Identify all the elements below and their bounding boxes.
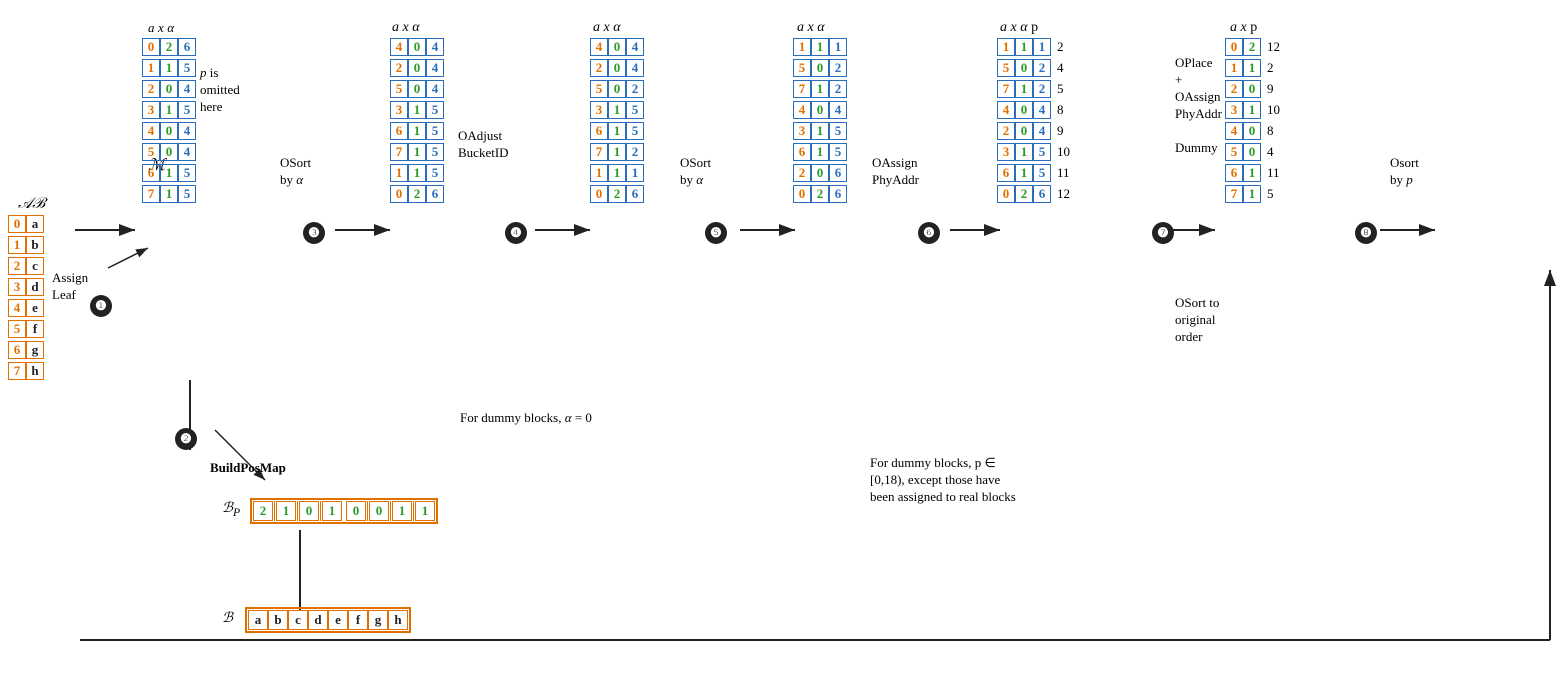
osort-alpha1-label: OSortby α [280, 155, 311, 189]
step8-circle: ❽ [1355, 222, 1377, 244]
col6-data: 1 1 1 2 5 0 2 4 7 1 2 5 4 0 [997, 38, 1070, 203]
M-column: 0 2 6 1 1 5 2 0 4 3 1 5 4 0 4 5 0 4 [142, 38, 196, 203]
col3-data: 4 0 4 2 0 4 5 0 4 3 1 5 6 1 5 7 1 5 [390, 38, 444, 203]
step1-circle: ❶ [90, 295, 112, 317]
osort-original-label: OSort tooriginalorder [1175, 295, 1219, 346]
col4-header: a x α [593, 20, 621, 36]
col5-data: 1 1 1 5 0 2 7 1 2 4 0 4 3 1 5 6 1 5 [793, 38, 847, 203]
ab-header: 𝒜ℬ [18, 195, 45, 213]
oadjust-label: OAdjustBucketID [458, 128, 509, 162]
B-label: ℬ [222, 610, 233, 627]
col4-data: 4 0 4 2 0 4 5 0 2 3 1 5 6 1 5 7 1 2 [590, 38, 644, 203]
p-omitted-label: p isomittedhere [200, 65, 240, 116]
ab-column: 0 a 1 b 2 c 3 d 4 e 5 f 6 g 7 h [8, 215, 44, 380]
B-values: a b c d e f g h [245, 607, 411, 633]
BP-values: 2 1 0 1 0 0 1 1 [250, 498, 438, 524]
dummy-alpha-label: For dummy blocks, α = 0 [460, 410, 592, 427]
step2-circle: ❷ [175, 428, 197, 450]
osort-p-label: Osortby p [1390, 155, 1419, 189]
oplace-label: OPlace+OAssignPhyAddrDummy [1175, 55, 1222, 157]
step4-circle: ❹ [505, 222, 527, 244]
col7-data: 0 2 12 1 1 2 2 0 9 3 1 10 [1225, 38, 1280, 203]
assign-leaf-label: AssignLeaf [52, 270, 88, 304]
step6-circle: ❻ [918, 222, 940, 244]
col3-header: a x α [392, 20, 420, 36]
osort-alpha2-label: OSortby α [680, 155, 711, 189]
step5-circle: ❺ [705, 222, 727, 244]
col7-header: a x p [1230, 20, 1257, 36]
buildposmap-label: BuildPosMap [210, 460, 286, 477]
main-container: 𝒜ℬ 0 a 1 b 2 c 3 d 4 e 5 f 6 g [0, 0, 1565, 677]
dummy-p-label: For dummy blocks, p ∈[0,18), except thos… [870, 455, 1016, 506]
oassign-label: OAssignPhyAddr [872, 155, 919, 189]
M-header-axa: a x α [148, 20, 174, 37]
col5-header: a x α [797, 20, 825, 36]
step7-circle: ❼ [1152, 222, 1174, 244]
col6-header: a x α p [1000, 20, 1038, 36]
step3-circle: ❸ [303, 222, 325, 244]
BP-label: ℬP [222, 500, 240, 519]
